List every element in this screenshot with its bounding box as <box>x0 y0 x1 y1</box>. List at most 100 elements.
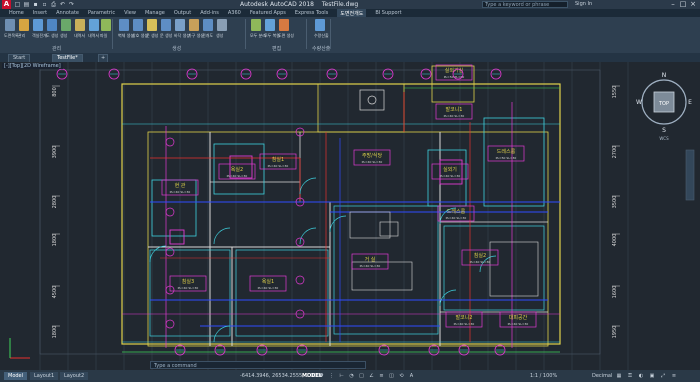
ribbon-button-14[interactable]: 전개도 <box>202 19 214 43</box>
tab-output[interactable]: Output <box>174 10 191 16</box>
dining-table <box>349 211 391 239</box>
isolate-objects-icon[interactable]: ◐ <box>637 373 645 379</box>
quick-properties-icon[interactable]: ▦ <box>615 373 623 379</box>
ribbon-button-3[interactable]: 도 생성 <box>46 19 58 43</box>
tab-a360[interactable]: A360 <box>228 10 241 16</box>
close-icon[interactable]: × <box>688 0 698 9</box>
drawing-viewport[interactable]: 실외기실 PL=50 PL=60 발코니1 PL=40 SL=30 드레스룸 PL=50 … <box>0 62 700 370</box>
tab-bi-support[interactable]: BI Support <box>375 10 401 16</box>
clean-screen-icon[interactable]: ⤢ <box>659 373 667 379</box>
otrack-icon[interactable]: ∠ <box>368 373 375 379</box>
room-area-label: PL=40 SL=30 <box>268 164 289 168</box>
ribbon-button-label: 문 생성 <box>146 33 159 38</box>
command-line-input[interactable]: Type a command <box>150 361 366 369</box>
plot-icon[interactable]: ⎙ <box>50 1 57 8</box>
room2-outline <box>235 249 329 337</box>
quick-access-toolbar: □ ▤ ▪ ▫ ⎙ ↶ ↷ <box>14 1 75 8</box>
ribbon-separator <box>330 19 331 49</box>
grid-icon[interactable]: # <box>318 373 325 379</box>
dimension-left-label: 800 <box>52 87 58 97</box>
ribbon-button-5[interactable]: 내역서 <box>74 19 86 43</box>
fixture-magenta <box>169 229 185 245</box>
lock-ui-icon[interactable]: ⚿ <box>626 373 634 379</box>
autocad-logo[interactable]: A <box>2 0 11 9</box>
room-area-label: PL=40 SL=30 <box>446 216 467 220</box>
living-outline <box>333 205 439 335</box>
viewport-controls[interactable]: [-][Top][2D Wireframe] <box>2 63 63 69</box>
ribbon-button-0[interactable]: 도면목록 <box>4 19 19 43</box>
floor-plan-drawing[interactable]: 실외기실PL=50 PL=60발코니1PL=40 SL=30드레스룸PL=50 … <box>0 62 700 370</box>
graphics-performance-icon[interactable]: ▣ <box>648 373 656 379</box>
ribbon-panel: 도면목록 관리 객실전개 도 생성 생성 내역서 내역서 파일 벽체 생성 창호 생성 문 생성 문 … <box>0 17 700 53</box>
tab-view[interactable]: View <box>124 10 136 16</box>
ribbon-button-6[interactable]: 내역서 <box>88 19 100 43</box>
tab-featured-apps[interactable]: Featured Apps <box>250 10 286 16</box>
ribbon-button-label: 모두 복원 <box>264 33 280 38</box>
osnap-icon[interactable]: □ <box>358 373 365 379</box>
ribbon-button-label: 모두 분리 <box>250 33 266 38</box>
grid-bubble <box>165 247 175 257</box>
layout-tab-model[interactable]: Model <box>4 372 28 380</box>
annotation-scale[interactable]: 1:1 / 100% <box>530 373 557 379</box>
tab-insert[interactable]: Insert <box>33 10 47 16</box>
ribbon-panel-label: 편집 <box>272 46 282 52</box>
lineweight-icon[interactable]: ≡ <box>378 373 385 379</box>
door-swing-arc <box>329 215 347 233</box>
ribbon-tool-icon <box>61 19 71 31</box>
ribbon-button-4[interactable]: 생성 <box>60 19 72 43</box>
viewcube-top-label: TOP <box>658 101 669 107</box>
layout-tab-layout2[interactable]: Layout2 <box>60 372 89 380</box>
open-icon[interactable]: ▤ <box>23 1 30 8</box>
ribbon-button-19[interactable]: 수량산출 <box>314 19 329 43</box>
sign-in-button[interactable]: Sign In <box>575 1 592 7</box>
annotation-icon[interactable]: A <box>408 373 415 379</box>
ribbon-button-17[interactable]: 모두 복원 <box>264 19 280 43</box>
minimize-icon[interactable]: – <box>668 0 678 9</box>
tab-home[interactable]: Home <box>9 10 24 16</box>
selection-cycling-icon[interactable]: ⟲ <box>398 373 405 379</box>
room-name-label: 침실2 <box>474 252 486 259</box>
ribbon-button-10[interactable]: 문 생성 <box>146 19 158 43</box>
search-input[interactable]: Type a keyword or phrase <box>482 1 568 8</box>
snap-icon[interactable]: ⋮ <box>328 373 335 379</box>
customization-icon[interactable]: ≡ <box>670 373 678 379</box>
ribbon-button-9[interactable]: 창호 생성 <box>132 19 148 43</box>
room-name-label: 현 관 <box>175 182 186 189</box>
tab-express-tools[interactable]: Express Tools <box>295 10 328 16</box>
transparency-icon[interactable]: ◫ <box>388 373 395 379</box>
undo-icon[interactable]: ↶ <box>59 1 66 8</box>
maximize-icon[interactable]: □ <box>678 0 688 9</box>
units-selector[interactable]: Decimal <box>592 373 612 379</box>
tab-add-ins[interactable]: Add-ins <box>200 10 219 16</box>
ribbon-button-1[interactable]: 관리 <box>18 19 30 43</box>
save-as-icon[interactable]: ▫ <box>41 1 48 8</box>
door-swing-arc <box>149 245 167 263</box>
polar-icon[interactable]: ◔ <box>348 373 355 379</box>
tab-parametric[interactable]: Parametric <box>88 10 115 16</box>
room-name-label: 거 실 <box>365 256 376 263</box>
ribbon-button-11[interactable]: 문 생성 <box>160 19 172 43</box>
room-area-label: PL=40 SL=30 <box>227 174 248 178</box>
tab-annotate[interactable]: Annotate <box>56 10 79 16</box>
ribbon-button-8[interactable]: 벽체 생성 <box>118 19 134 43</box>
room-area-label: PL=40 SL=30 <box>360 264 381 268</box>
ribbon-button-2[interactable]: 객실전개 <box>32 19 47 43</box>
room-name-label: 욕실1 <box>262 278 274 285</box>
tab-manage[interactable]: Manage <box>145 10 165 16</box>
room-name-label: 드레스룸 <box>447 208 466 215</box>
redo-icon[interactable]: ↷ <box>68 1 75 8</box>
ribbon-button-15[interactable]: 생성 <box>216 19 228 43</box>
new-icon[interactable]: □ <box>14 1 21 8</box>
ribbon-button-18[interactable]: 도면 생성 <box>278 19 294 43</box>
layout-tab-layout1[interactable]: Layout1 <box>30 372 59 380</box>
save-icon[interactable]: ▪ <box>32 1 39 8</box>
ribbon-button-13[interactable]: 가구 생성 <box>188 19 204 43</box>
ortho-icon[interactable]: ⊢ <box>338 373 345 379</box>
ribbon-button-16[interactable]: 모두 분리 <box>250 19 266 43</box>
room-area-label: PL=40 SL=30 <box>178 286 199 290</box>
room-name-label: 발코니2 <box>456 314 473 321</box>
ribbon-button-label: 도면 생성 <box>278 33 294 38</box>
ribbon-button-12[interactable]: 바닥 생성 <box>174 19 190 43</box>
ribbon-button-7[interactable]: 파일 <box>100 19 112 43</box>
door-swing-arc <box>299 177 317 195</box>
